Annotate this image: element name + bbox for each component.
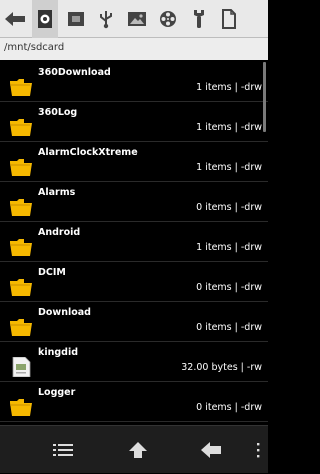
navigate-back-button[interactable] [194, 426, 228, 474]
file-row[interactable]: 360Log 1 items | -drw [0, 102, 268, 142]
file-row[interactable]: DCIM 0 items | -drw [0, 262, 268, 302]
file-manager-screen: /mnt/sdcard 360Download 1 items | -drw 360… [0, 0, 268, 473]
folder-icon [10, 239, 32, 256]
file-list[interactable]: 360Download 1 items | -drw 360Log 1 items |… [0, 62, 268, 425]
file-name: Download [38, 307, 91, 318]
sim-card-tab[interactable] [63, 0, 89, 38]
folder-icon [10, 199, 32, 216]
file-name: Logger [38, 387, 76, 398]
file-info: 1 items | -drw [196, 162, 262, 173]
wrench-icon [194, 10, 204, 28]
file-name: kingdid [38, 347, 78, 358]
file-row[interactable]: Logger 0 items | -drw [0, 382, 268, 422]
back-button[interactable] [2, 0, 28, 38]
document-icon [222, 9, 236, 29]
overflow-menu-button[interactable] [248, 426, 268, 474]
folder-icon [10, 79, 32, 96]
file-name: 360Download [38, 67, 111, 78]
list-scrollbar[interactable] [263, 62, 266, 132]
folder-icon [10, 119, 32, 136]
path-bar: /mnt/sdcard [0, 38, 268, 60]
video-tab[interactable] [155, 0, 181, 38]
list-icon [53, 444, 73, 456]
file-info: 0 items | -drw [196, 202, 262, 213]
folder-icon [10, 399, 32, 416]
file-info: 32.00 bytes | -rw [181, 362, 262, 373]
file-row[interactable]: Alarms 0 items | -drw [0, 182, 268, 222]
file-icon [12, 357, 31, 377]
file-row[interactable]: Download 0 items | -drw [0, 302, 268, 342]
bottom-action-bar [0, 425, 268, 473]
file-name: DCIM [38, 267, 66, 278]
images-tab[interactable] [124, 0, 150, 38]
usb-icon [100, 11, 112, 29]
file-info: 0 items | -drw [196, 322, 262, 333]
file-name: 360Log [38, 107, 78, 118]
folder-icon [10, 279, 32, 296]
file-info: 1 items | -drw [196, 242, 262, 253]
image-icon [128, 12, 146, 26]
file-row[interactable]: 360Download 1 items | -drw [0, 62, 268, 102]
top-toolbar [0, 0, 268, 38]
tools-tab[interactable] [186, 0, 212, 38]
current-path: /mnt/sdcard [4, 42, 65, 53]
film-reel-icon [160, 11, 176, 27]
file-row[interactable]: Android 1 items | -drw [0, 222, 268, 262]
file-row[interactable]: kingdid 32.00 bytes | -rw [0, 342, 268, 382]
folder-icon [10, 319, 32, 336]
file-info: 1 items | -drw [196, 82, 262, 93]
file-name: AlarmClockXtreme [38, 147, 138, 158]
documents-tab[interactable] [216, 0, 242, 38]
row-divider [0, 421, 268, 422]
up-arrow-icon [129, 442, 147, 458]
back-arrow-icon [5, 12, 25, 26]
usb-tab[interactable] [93, 0, 119, 38]
file-info: 0 items | -drw [196, 402, 262, 413]
overflow-menu-icon [257, 443, 260, 458]
file-info: 1 items | -drw [196, 122, 262, 133]
file-row[interactable]: AlarmClockXtreme 1 items | -drw [0, 142, 268, 182]
parent-folder-button[interactable] [121, 426, 155, 474]
folder-icon [10, 159, 32, 176]
sdcard-icon [38, 10, 52, 28]
sim-card-icon [68, 12, 84, 26]
file-name: Android [38, 227, 81, 238]
file-name: Alarms [38, 187, 76, 198]
sdcard-tab[interactable] [32, 0, 58, 38]
list-view-button[interactable] [46, 426, 80, 474]
file-info: 0 items | -drw [196, 282, 262, 293]
back-arrow-icon [201, 442, 221, 458]
